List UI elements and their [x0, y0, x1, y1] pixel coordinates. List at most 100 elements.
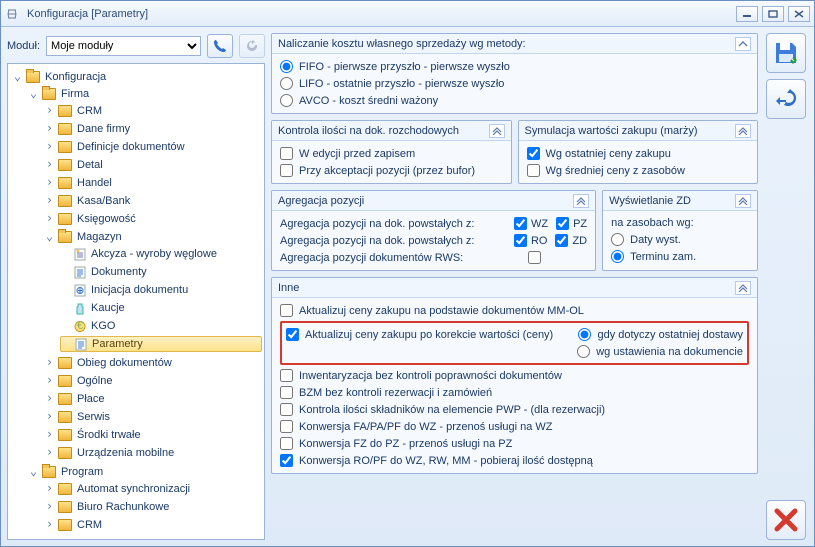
expand-icon[interactable]: › [44, 520, 55, 531]
tree-detal[interactable]: ›Detal [44, 157, 262, 173]
panel-symulacja: Symulacja wartości zakupu (marży) Wg ost… [518, 120, 759, 184]
cancel-button[interactable] [766, 500, 806, 540]
check-sym-2[interactable] [527, 164, 540, 177]
expand-icon[interactable]: › [44, 196, 55, 207]
tree-definicje[interactable]: ›Definicje dokumentów [44, 139, 262, 155]
collapse-icon[interactable]: ⌄ [28, 89, 39, 100]
folder-icon [58, 141, 72, 153]
folder-icon [58, 375, 72, 387]
expand-icon[interactable]: › [44, 178, 55, 189]
radio-fifo[interactable] [280, 60, 293, 73]
minimize-button[interactable] [736, 6, 758, 22]
tree-srodki[interactable]: ›Środki trwałe [44, 427, 262, 443]
expand-icon[interactable]: › [44, 430, 55, 441]
module-select[interactable]: Moje moduły [46, 36, 201, 56]
collapse-toggle[interactable] [735, 37, 751, 51]
tree-kaucje[interactable]: Kaucje [60, 300, 262, 316]
expand-icon[interactable]: › [44, 484, 55, 495]
check-inne-3[interactable] [280, 369, 293, 382]
save-button[interactable] [766, 33, 806, 73]
check-rws[interactable] [528, 251, 541, 264]
check-kontrola-2[interactable] [280, 164, 293, 177]
folder-icon [42, 466, 56, 478]
folder-icon [42, 88, 56, 100]
collapse-toggle[interactable] [735, 281, 751, 295]
tree-ogolne[interactable]: ›Ogólne [44, 373, 262, 389]
collapse-toggle[interactable] [489, 124, 505, 138]
window-body: Moduł: Moje moduły ⌄Konfiguracja ⌄Firma [1, 27, 814, 546]
collapse-toggle[interactable] [735, 194, 751, 208]
panel-title: Naliczanie kosztu własnego sprzedaży wg … [278, 38, 735, 50]
tree-biuro[interactable]: ›Biuro Rachunkowe [44, 499, 262, 515]
tree-urzadzenia[interactable]: ›Urządzenia mobilne [44, 445, 262, 461]
app-icon [5, 7, 19, 21]
check-inne-2[interactable] [286, 328, 299, 341]
tree-firma[interactable]: ⌄Firma [28, 86, 262, 102]
tree-dane-firmy[interactable]: ›Dane firmy [44, 121, 262, 137]
tree-inicjacja[interactable]: Inicjacja dokumentu [60, 282, 262, 298]
check-inne-5[interactable] [280, 403, 293, 416]
doc-akcyza-icon [74, 248, 86, 261]
module-label: Moduł: [7, 40, 40, 52]
radio-terminu[interactable] [611, 250, 624, 263]
undo-button[interactable] [766, 79, 806, 119]
radio-daty[interactable] [611, 233, 624, 246]
tree-crm[interactable]: ›CRM [44, 103, 262, 119]
tree-root[interactable]: ⌄Konfiguracja [12, 69, 262, 85]
tree-akcyza[interactable]: Akcyza - wyroby węglowe [60, 246, 262, 262]
collapse-icon[interactable]: ⌄ [44, 232, 55, 243]
tree-obieg[interactable]: ›Obieg dokumentów [44, 355, 262, 371]
check-inne-4[interactable] [280, 386, 293, 399]
radio-ostatnia-dostawa[interactable] [578, 328, 591, 341]
check-inne-1[interactable] [280, 304, 293, 317]
check-ro[interactable] [514, 234, 527, 247]
tree-kgo[interactable]: €KGO [60, 318, 262, 334]
radio-avco[interactable] [280, 94, 293, 107]
expand-icon[interactable]: › [44, 214, 55, 225]
tree-dokumenty[interactable]: Dokumenty [60, 264, 262, 280]
panel-title: Symulacja wartości zakupu (marży) [525, 125, 736, 137]
tree-automat[interactable]: ›Automat synchronizacji [44, 481, 262, 497]
radio-wg-ustawienia[interactable] [577, 345, 590, 358]
check-inne-8[interactable] [280, 454, 293, 467]
expand-icon[interactable]: › [44, 106, 55, 117]
phone-button[interactable] [207, 34, 233, 58]
doc-kgo-icon: € [74, 320, 86, 333]
check-wz[interactable] [514, 217, 527, 230]
folder-icon [58, 447, 72, 459]
expand-icon[interactable]: › [44, 448, 55, 459]
expand-icon[interactable]: › [44, 412, 55, 423]
collapse-toggle[interactable] [573, 194, 589, 208]
config-tree[interactable]: ⌄Konfiguracja ⌄Firma ›CRM ›Dane firmy ›D… [7, 63, 265, 540]
expand-icon[interactable]: › [44, 358, 55, 369]
tree-handel[interactable]: ›Handel [44, 175, 262, 191]
tree-program[interactable]: ⌄Program [28, 464, 262, 480]
check-inne-6[interactable] [280, 420, 293, 433]
tree-place[interactable]: ›Płace [44, 391, 262, 407]
tree-magazyn[interactable]: ⌄Magazyn [44, 229, 262, 245]
radio-lifo[interactable] [280, 77, 293, 90]
check-sym-1[interactable] [527, 147, 540, 160]
expand-icon[interactable]: › [44, 124, 55, 135]
refresh-button[interactable] [239, 34, 265, 58]
check-kontrola-1[interactable] [280, 147, 293, 160]
check-inne-7[interactable] [280, 437, 293, 450]
expand-icon[interactable]: › [44, 160, 55, 171]
collapse-icon[interactable]: ⌄ [28, 467, 39, 478]
tree-kasa-bank[interactable]: ›Kasa/Bank [44, 193, 262, 209]
expand-icon[interactable]: › [44, 376, 55, 387]
check-pz[interactable] [556, 217, 569, 230]
expand-icon[interactable]: › [44, 502, 55, 513]
expand-icon[interactable]: › [44, 394, 55, 405]
tree-ksiegowosc[interactable]: ›Księgowość [44, 211, 262, 227]
check-zd[interactable] [555, 234, 568, 247]
tree-parametry[interactable]: Parametry [60, 336, 262, 352]
collapse-toggle[interactable] [735, 124, 751, 138]
maximize-button[interactable] [762, 6, 784, 22]
collapse-icon[interactable]: ⌄ [12, 72, 23, 83]
tree-serwis[interactable]: ›Serwis [44, 409, 262, 425]
close-button[interactable] [788, 6, 810, 22]
folder-icon [58, 177, 72, 189]
expand-icon[interactable]: › [44, 142, 55, 153]
tree-crm2[interactable]: ›CRM [44, 517, 262, 533]
